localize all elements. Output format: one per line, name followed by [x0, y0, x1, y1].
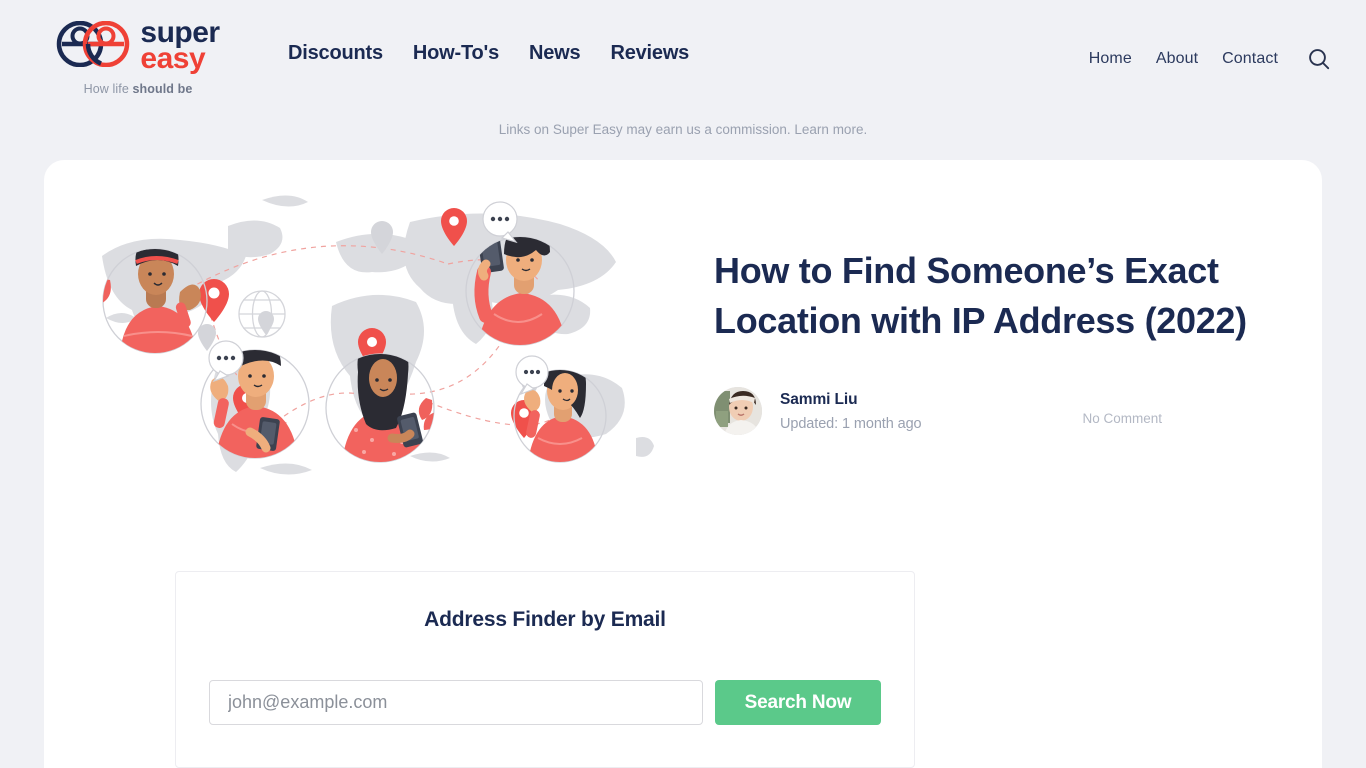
logo-tagline: How life should be — [84, 82, 193, 96]
world-map-people-location-illustration — [80, 186, 670, 486]
search-now-button[interactable]: Search Now — [715, 680, 881, 725]
finder-title: Address Finder by Email — [424, 608, 666, 631]
article-hero: How to Find Someone’s Exact Location wit… — [44, 160, 1322, 486]
site-logo[interactable]: super easy How life should be — [40, 0, 236, 96]
page-title: How to Find Someone’s Exact Location wit… — [714, 250, 1247, 341]
double-e-logo-icon — [56, 20, 130, 72]
article-byline: Sammi Liu Updated: 1 month ago No Commen… — [714, 387, 1266, 436]
nav-item-about[interactable]: About — [1156, 50, 1198, 68]
comment-count[interactable]: No Comment — [1082, 397, 1162, 426]
nav-item-contact[interactable]: Contact — [1222, 50, 1278, 68]
nav-item-home[interactable]: Home — [1089, 50, 1132, 68]
tagline-bold: should be — [132, 81, 193, 96]
person-avatar-2 — [200, 340, 310, 459]
author-name[interactable]: Sammi Liu — [780, 391, 922, 409]
address-finder-card: Address Finder by Email Search Now — [175, 571, 915, 768]
byline-text: Sammi Liu Updated: 1 month ago — [780, 391, 922, 432]
article-header: How to Find Someone’s Exact Location wit… — [670, 186, 1286, 486]
logo-row: super easy — [56, 17, 220, 76]
speech-bubble-icon — [515, 355, 549, 396]
affiliate-disclaimer: Links on Super Easy may earn us a commis… — [0, 122, 1366, 137]
address-finder-form: Search Now — [208, 680, 882, 725]
nav-item-discounts[interactable]: Discounts — [288, 42, 383, 65]
nav-item-reviews[interactable]: Reviews — [610, 42, 689, 65]
disclaimer-text: Links on Super Easy may earn us a commis… — [498, 122, 868, 137]
search-icon[interactable] — [1306, 46, 1332, 72]
tagline-regular: How life — [83, 81, 133, 96]
site-header: super easy How life should be Discounts … — [0, 0, 1366, 112]
utility-navigation: Home About Contact — [1089, 0, 1332, 72]
logo-wordmark: super easy — [140, 17, 220, 76]
updated-timestamp: Updated: 1 month ago — [780, 415, 922, 432]
author-avatar — [714, 387, 762, 436]
nav-item-news[interactable]: News — [529, 42, 581, 65]
nav-item-how-tos[interactable]: How-To's — [413, 42, 499, 65]
logo-word-easy: easy — [140, 42, 206, 76]
email-input[interactable] — [209, 680, 703, 725]
main-navigation: Discounts How-To's News Reviews — [288, 0, 689, 65]
article-card: How to Find Someone’s Exact Location wit… — [44, 160, 1322, 768]
